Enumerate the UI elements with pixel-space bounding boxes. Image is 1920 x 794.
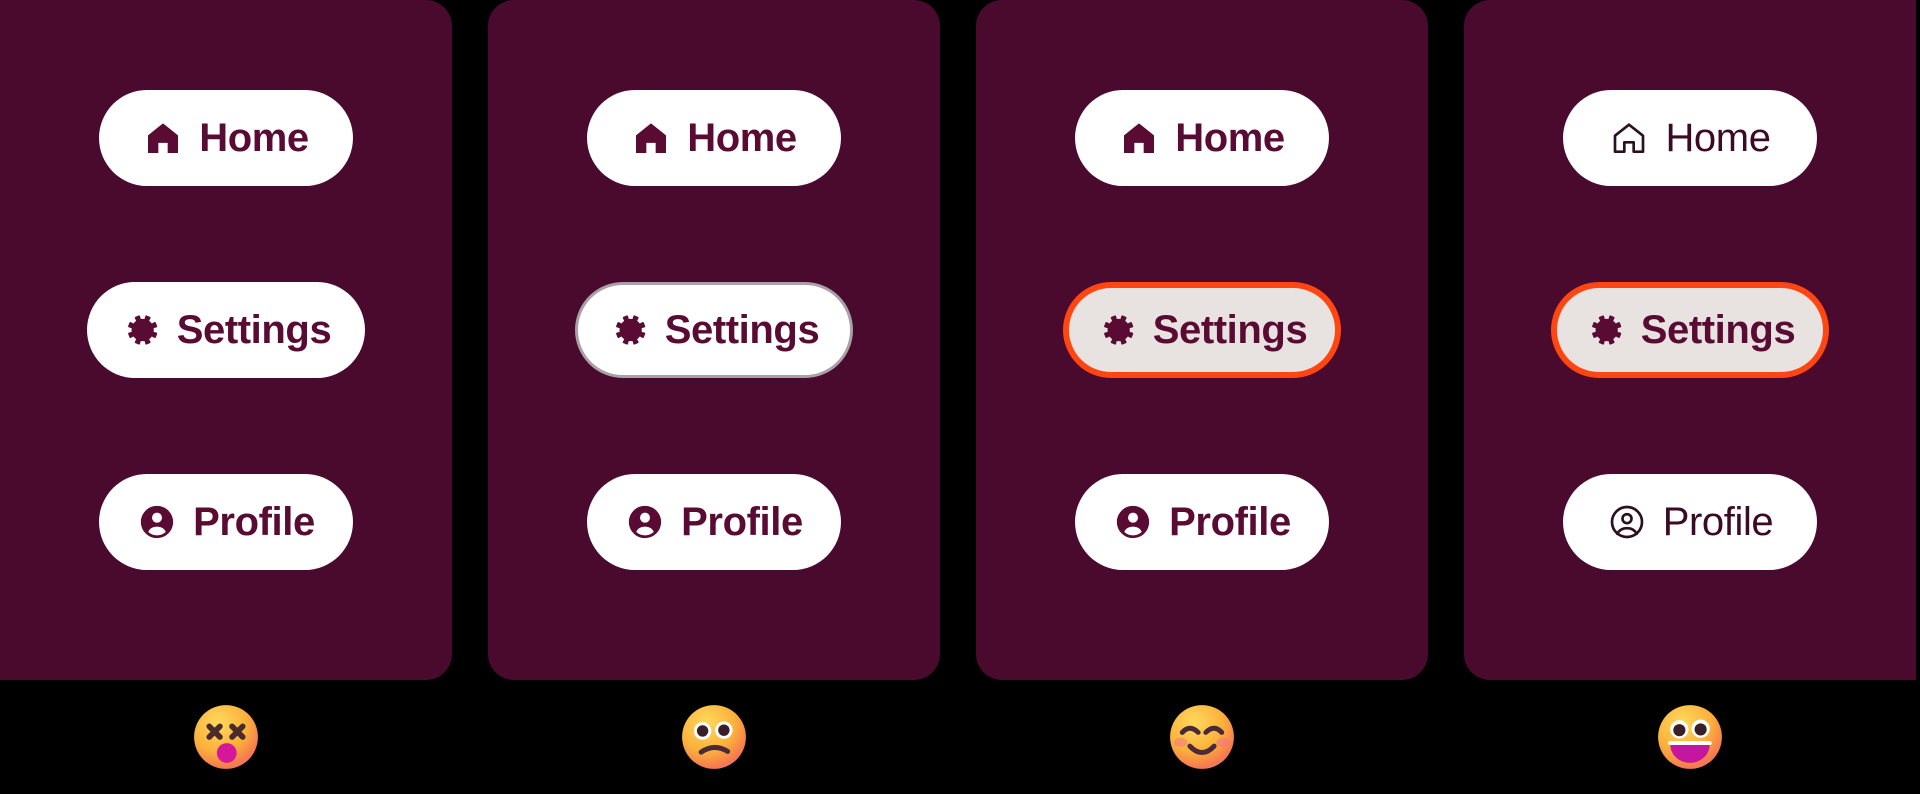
settings-button-label: Settings <box>176 308 332 352</box>
rating-cell-panel-1 <box>0 680 452 794</box>
panel-3: Home Settings Profile <box>976 0 1428 680</box>
profile-button[interactable]: Profile <box>99 474 353 570</box>
button-slot: Profile <box>1563 472 1817 572</box>
profile-outline-icon <box>1607 502 1647 542</box>
profile-button[interactable]: Profile <box>1075 474 1329 570</box>
profile-icon <box>1113 502 1153 542</box>
profile-button-label: Profile <box>681 500 803 544</box>
profile-button[interactable]: Profile <box>587 474 841 570</box>
settings-button[interactable]: Settings <box>574 282 854 378</box>
home-button[interactable]: Home <box>99 90 353 186</box>
home-button[interactable]: Home <box>1563 90 1817 186</box>
confused-face-emoji <box>682 705 746 769</box>
settings-button[interactable]: Settings <box>86 282 366 378</box>
home-outline-icon <box>1609 118 1649 158</box>
button-slot: Profile <box>1075 472 1329 572</box>
dizzy-face-emoji <box>194 705 258 769</box>
home-button-label: Home <box>1175 116 1285 160</box>
button-slot: Settings <box>574 280 854 380</box>
settings-button-label: Settings <box>664 308 820 352</box>
settings-button-label: Settings <box>1152 308 1308 352</box>
home-button[interactable]: Home <box>587 90 841 186</box>
profile-button-label: Profile <box>193 500 315 544</box>
panel-4: Home Settings Profile <box>1464 0 1916 680</box>
grinning-face-emoji <box>1658 705 1722 769</box>
button-slot: Home <box>587 88 841 188</box>
profile-button[interactable]: Profile <box>1563 474 1817 570</box>
home-icon <box>631 118 671 158</box>
button-slot: Settings <box>86 280 366 380</box>
gear-icon <box>121 310 161 350</box>
button-slot: Home <box>1075 88 1329 188</box>
panel-row: Home Settings Profile Home Settings Prof… <box>0 0 1920 680</box>
rating-cell-panel-4 <box>1464 680 1916 794</box>
settings-button[interactable]: Settings <box>1550 282 1830 378</box>
button-slot: Home <box>99 88 353 188</box>
home-button-label: Home <box>199 116 309 160</box>
home-button-label: Home <box>687 116 797 160</box>
button-slot: Home <box>1563 88 1817 188</box>
home-button[interactable]: Home <box>1075 90 1329 186</box>
button-slot: Settings <box>1062 280 1342 380</box>
panel-1: Home Settings Profile <box>0 0 452 680</box>
focus-state-comparison: Home Settings Profile Home Settings Prof… <box>0 0 1920 794</box>
button-slot: Profile <box>99 472 353 572</box>
gear-icon <box>609 310 649 350</box>
emoji-rating-row <box>0 680 1920 794</box>
gear-icon <box>1097 310 1137 350</box>
profile-button-label: Profile <box>1662 500 1774 544</box>
button-slot: Settings <box>1550 280 1830 380</box>
home-icon <box>143 118 183 158</box>
profile-button-label: Profile <box>1169 500 1291 544</box>
smiling-face-emoji <box>1170 705 1234 769</box>
settings-button[interactable]: Settings <box>1062 282 1342 378</box>
settings-button-label: Settings <box>1640 308 1796 352</box>
button-slot: Profile <box>587 472 841 572</box>
rating-cell-panel-2 <box>488 680 940 794</box>
gear-icon <box>1585 310 1625 350</box>
profile-icon <box>625 502 665 542</box>
rating-cell-panel-3 <box>976 680 1428 794</box>
home-icon <box>1119 118 1159 158</box>
home-button-label: Home <box>1665 116 1771 160</box>
panel-2: Home Settings Profile <box>488 0 940 680</box>
profile-icon <box>137 502 177 542</box>
